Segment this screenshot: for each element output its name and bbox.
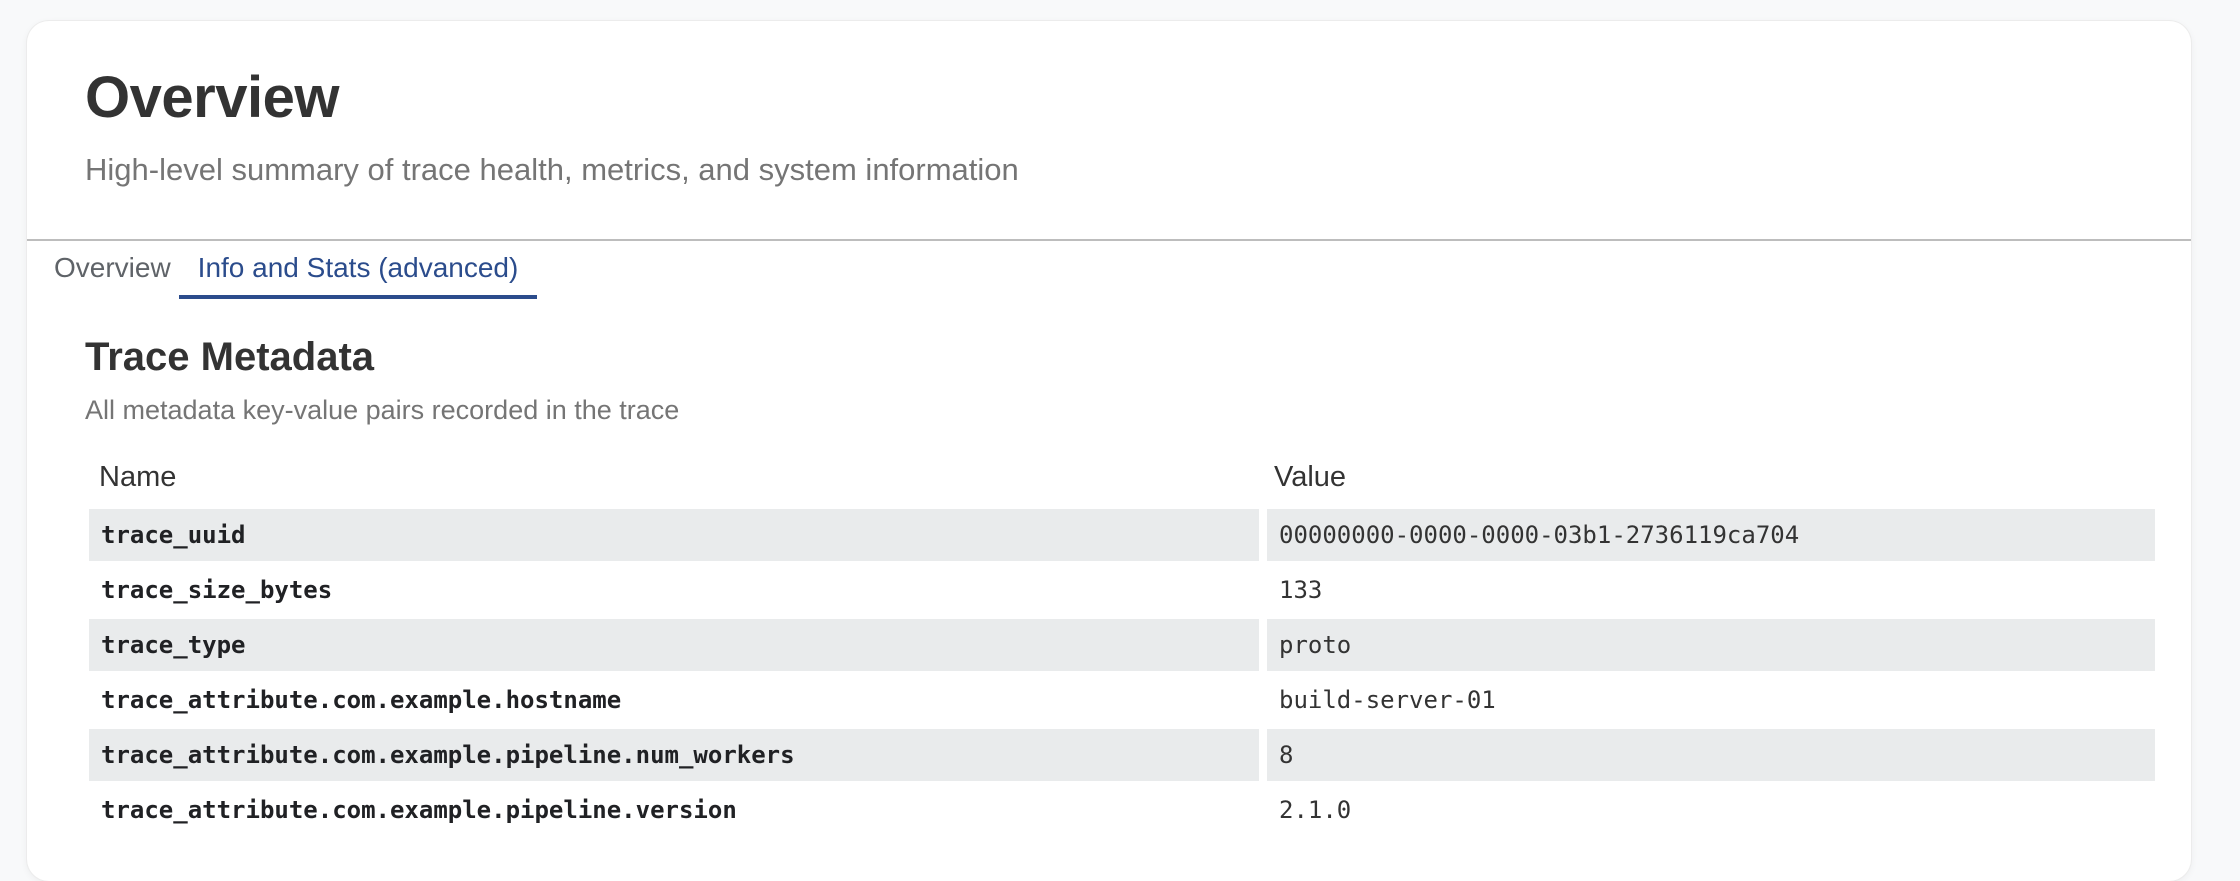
metadata-name-cell: trace_size_bytes <box>101 576 333 604</box>
metadata-name-cell: trace_type <box>89 619 1259 671</box>
section-title: Trace Metadata <box>85 335 375 379</box>
metadata-value-cell: 2.1.0 <box>1279 796 1352 824</box>
metadata-value-cell: 133 <box>1279 576 1323 604</box>
table-row: trace_uuid 00000000-0000-0000-03b1-27361… <box>89 509 2155 564</box>
tab-info-and-stats[interactable]: Info and Stats (advanced) <box>179 241 537 299</box>
page-subtitle: High-level summary of trace health, metr… <box>85 152 1019 187</box>
tab-bar: Overview Info and Stats (advanced) <box>27 241 2191 301</box>
metadata-value-cell: 8 <box>1267 729 2155 781</box>
metadata-name-cell: trace_attribute.com.example.hostname <box>101 686 622 714</box>
metadata-name-cell: trace_attribute.com.example.pipeline.ver… <box>101 796 737 824</box>
page-title: Overview <box>85 65 339 130</box>
metadata-table: Name Value trace_uuid 00000000-0000-0000… <box>89 449 2155 839</box>
metadata-value-cell: 00000000-0000-0000-03b1-2736119ca704 <box>1267 509 2155 561</box>
metadata-name-cell: trace_attribute.com.example.pipeline.num… <box>89 729 1259 781</box>
table-header: Name Value <box>89 449 2155 509</box>
overview-card: Overview High-level summary of trace hea… <box>27 21 2191 881</box>
column-header-name: Name <box>99 461 177 493</box>
tab-overview[interactable]: Overview <box>50 241 184 299</box>
table-row: trace_attribute.com.example.hostname bui… <box>89 674 2155 729</box>
page-header: Overview High-level summary of trace hea… <box>27 21 2191 241</box>
section-subtitle: All metadata key-value pairs recorded in… <box>85 395 680 425</box>
column-header-value: Value <box>1274 461 1347 493</box>
table-row: trace_size_bytes 133 <box>89 564 2155 619</box>
metadata-value-cell: build-server-01 <box>1279 686 1496 714</box>
table-row: trace_attribute.com.example.pipeline.ver… <box>89 784 2155 839</box>
metadata-value-cell: proto <box>1267 619 2155 671</box>
metadata-name-cell: trace_uuid <box>89 509 1259 561</box>
table-row: trace_attribute.com.example.pipeline.num… <box>89 729 2155 784</box>
table-row: trace_type proto <box>89 619 2155 674</box>
